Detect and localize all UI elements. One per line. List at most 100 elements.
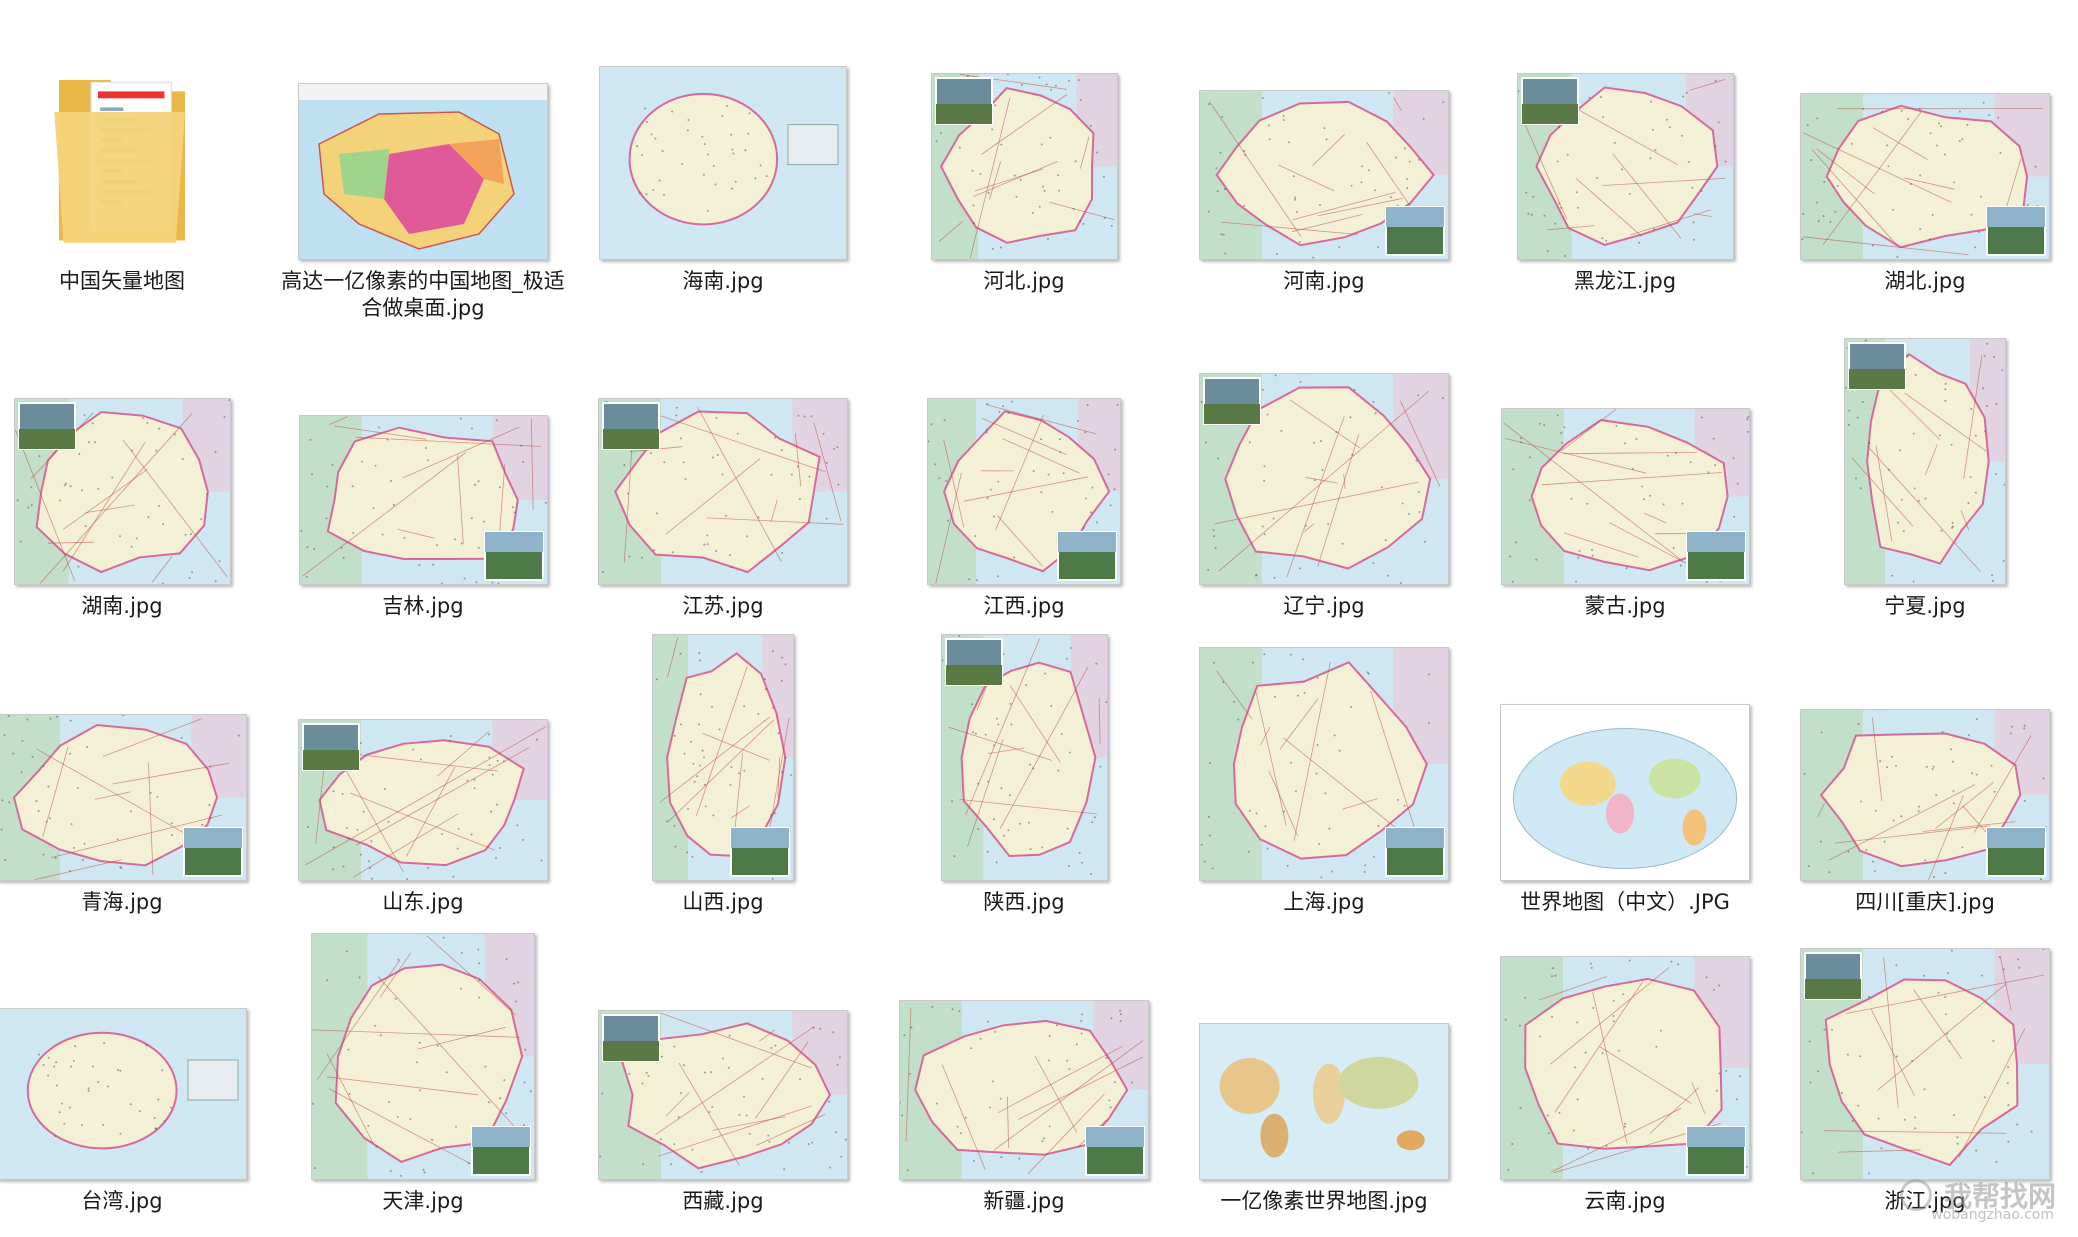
- file-item[interactable]: 浙江.jpg: [1776, 920, 2074, 1215]
- file-item[interactable]: 江西.jpg: [875, 325, 1173, 620]
- file-item[interactable]: 吉林.jpg: [274, 325, 572, 620]
- liaoning-map-thumbnail: [1199, 373, 1449, 585]
- file-name-label: 世界地图（中文）.JPG: [1520, 890, 1730, 914]
- world-map-chinese-thumbnail: [1500, 704, 1750, 881]
- thumbnail-slot: [1175, 621, 1473, 881]
- ningxia-map-thumbnail: [1844, 338, 2006, 585]
- watermark-logo-icon: [1900, 1179, 1932, 1211]
- file-name-label: 河北.jpg: [983, 269, 1065, 293]
- file-item[interactable]: 黑龙江.jpg: [1476, 0, 1774, 295]
- file-item[interactable]: 青海.jpg: [0, 621, 271, 916]
- file-item[interactable]: 西藏.jpg: [574, 920, 872, 1215]
- thumbnail-slot: [875, 0, 1173, 260]
- file-item[interactable]: 湖南.jpg: [0, 325, 271, 620]
- file-name-label: 西藏.jpg: [682, 1189, 764, 1213]
- world-map-thumbnail: [1199, 1023, 1449, 1180]
- file-item[interactable]: 一亿像素世界地图.jpg: [1175, 920, 1473, 1215]
- site-watermark: 我帮找网 wobangzhao.com: [1900, 1175, 2056, 1223]
- file-name-label: 宁夏.jpg: [1884, 594, 1966, 618]
- thumbnail-slot: [0, 0, 271, 260]
- thumbnail-slot: [1776, 325, 2074, 585]
- jiangxi-map-thumbnail: [927, 398, 1121, 585]
- thumbnail-slot: [574, 325, 872, 585]
- hunan-map-thumbnail: [13, 398, 231, 585]
- thumbnail-slot: [0, 920, 271, 1180]
- hebei-map-thumbnail: [930, 73, 1118, 260]
- thumbnail-slot: [1776, 0, 2074, 260]
- henan-map-thumbnail: [1199, 90, 1449, 260]
- tibet-map-thumbnail: [598, 1010, 848, 1180]
- thumbnail-slot: [875, 325, 1173, 585]
- hubei-map-thumbnail: [1800, 93, 2050, 260]
- file-name-label: 江苏.jpg: [682, 594, 764, 618]
- file-name-label: 山西.jpg: [682, 890, 764, 914]
- qinghai-map-thumbnail: [0, 714, 247, 881]
- thumbnail-slot: [1476, 0, 1774, 260]
- heilongjiang-map-thumbnail: [1516, 73, 1734, 260]
- file-name-label: 中国矢量地图: [59, 269, 185, 293]
- thumbnail-slot: [1776, 621, 2074, 881]
- file-item[interactable]: 辽宁.jpg: [1175, 325, 1473, 620]
- mongolia-map-thumbnail: [1500, 408, 1750, 585]
- file-name-label: 湖南.jpg: [81, 594, 163, 618]
- file-item[interactable]: 新疆.jpg: [875, 920, 1173, 1215]
- file-item[interactable]: 云南.jpg: [1476, 920, 1774, 1215]
- file-name-label: 黑龙江.jpg: [1573, 269, 1677, 293]
- thumbnail-slot: [274, 621, 572, 881]
- file-grid: 中国矢量地图 高达一亿像素的中国地图_极适合做桌面.jpg 海南.jpg 河北.jpg…: [0, 0, 2078, 1237]
- hainan-map-thumbnail: [599, 66, 847, 260]
- thumbnail-slot: [1175, 920, 1473, 1180]
- watermark-url: wobangzhao.com: [1931, 1207, 2054, 1223]
- file-item[interactable]: 江苏.jpg: [574, 325, 872, 620]
- file-name-label: 一亿像素世界地图.jpg: [1220, 1189, 1428, 1213]
- thumbnail-slot: [875, 621, 1173, 881]
- folder-icon: [47, 57, 197, 256]
- file-item[interactable]: 山西.jpg: [574, 621, 872, 916]
- china-map-thumbnail: [298, 83, 548, 260]
- file-item[interactable]: 蒙古.jpg: [1476, 325, 1774, 620]
- file-item[interactable]: 陕西.jpg: [875, 621, 1173, 916]
- file-name-label: 青海.jpg: [81, 890, 163, 914]
- file-name-label: 辽宁.jpg: [1283, 594, 1365, 618]
- shanxi-map-thumbnail: [652, 634, 794, 881]
- file-item[interactable]: 山东.jpg: [274, 621, 572, 916]
- thumbnail-slot: [574, 621, 872, 881]
- file-name-label: 湖北.jpg: [1884, 269, 1966, 293]
- file-name-label: 天津.jpg: [382, 1189, 464, 1213]
- thumbnail-slot: [1175, 325, 1473, 585]
- file-item[interactable]: 高达一亿像素的中国地图_极适合做桌面.jpg: [274, 0, 572, 322]
- file-item[interactable]: 中国矢量地图: [0, 0, 271, 295]
- file-item[interactable]: 河北.jpg: [875, 0, 1173, 295]
- xinjiang-map-thumbnail: [899, 1000, 1149, 1180]
- file-item[interactable]: 河南.jpg: [1175, 0, 1473, 295]
- jiangsu-map-thumbnail: [598, 398, 848, 585]
- file-name-label: 新疆.jpg: [983, 1189, 1065, 1213]
- thumbnail-slot: [1776, 920, 2074, 1180]
- file-name-label: 蒙古.jpg: [1584, 594, 1666, 618]
- thumbnail-slot: [574, 0, 872, 260]
- file-name-label: 陕西.jpg: [983, 890, 1065, 914]
- file-item[interactable]: 上海.jpg: [1175, 621, 1473, 916]
- thumbnail-slot: [1476, 621, 1774, 881]
- file-item[interactable]: 海南.jpg: [574, 0, 872, 295]
- shandong-map-thumbnail: [298, 719, 548, 881]
- jilin-map-thumbnail: [298, 415, 548, 585]
- file-item[interactable]: 世界地图（中文）.JPG: [1476, 621, 1774, 916]
- file-item[interactable]: 台湾.jpg: [0, 920, 271, 1215]
- zhejiang-map-thumbnail: [1800, 948, 2050, 1180]
- thumbnail-slot: [1175, 0, 1473, 260]
- file-item[interactable]: 宁夏.jpg: [1776, 325, 2074, 620]
- thumbnail-slot: [0, 325, 271, 585]
- file-item[interactable]: 四川[重庆].jpg: [1776, 621, 2074, 916]
- file-name-label: 四川[重庆].jpg: [1855, 890, 1995, 914]
- file-name-label: 云南.jpg: [1584, 1189, 1666, 1213]
- file-name-label: 台湾.jpg: [81, 1189, 163, 1213]
- shaanxi-map-thumbnail: [940, 634, 1108, 881]
- thumbnail-slot: [0, 621, 271, 881]
- file-name-label: 高达一亿像素的中国地图_极适合做桌面.jpg: [281, 269, 565, 320]
- file-item[interactable]: 天津.jpg: [274, 920, 572, 1215]
- thumbnail-slot: [1476, 920, 1774, 1180]
- tianjin-map-thumbnail: [311, 933, 535, 1180]
- file-name-label: 海南.jpg: [682, 269, 764, 293]
- file-item[interactable]: 湖北.jpg: [1776, 0, 2074, 295]
